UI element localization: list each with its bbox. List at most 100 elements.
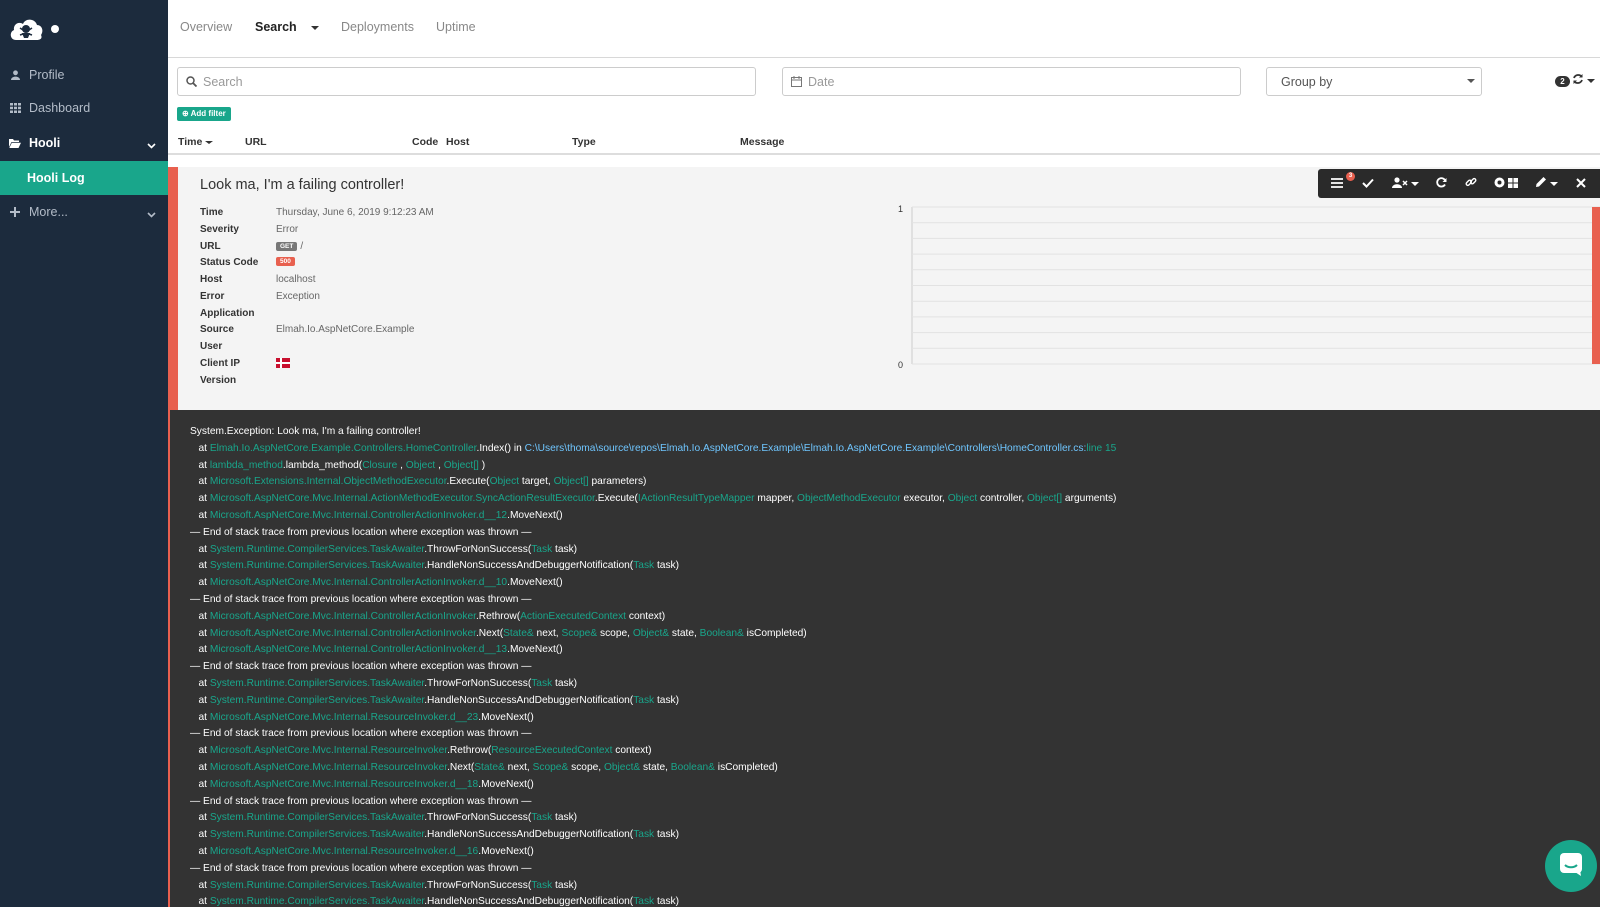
stack-text: target,	[519, 476, 554, 488]
permalink-button[interactable]	[1456, 169, 1486, 198]
stack-line: at lambda_method.lambda_method(Closure ,…	[190, 458, 1600, 475]
column-header-code[interactable]: Code	[412, 136, 438, 148]
stack-text: .Index() in	[476, 442, 525, 454]
chevron-down-icon	[147, 207, 156, 221]
field-value-error: Exception	[276, 291, 320, 302]
stack-text: at	[190, 627, 210, 639]
chart-grid	[911, 206, 1600, 365]
list-icon	[1331, 175, 1343, 193]
stack-text: — End of stack trace from previous locat…	[190, 728, 532, 740]
add-filter-label: Add filter	[190, 109, 226, 118]
edit-button[interactable]	[1526, 169, 1566, 198]
type-name: System.Runtime.CompilerServices.TaskAwai…	[209, 896, 425, 907]
stack-line: at Microsoft.AspNetCore.Mvc.Internal.Con…	[190, 626, 1600, 643]
sidebar-item-hooli[interactable]: Hooli	[0, 126, 168, 160]
reload-button[interactable]	[1426, 169, 1456, 198]
column-header-message[interactable]: Message	[740, 136, 784, 148]
stack-text: task)	[552, 543, 578, 555]
log-title: Look ma, I'm a failing controller!	[200, 177, 405, 193]
field-label-source: Source	[200, 324, 234, 335]
type-name: System.Runtime.CompilerServices.TaskAwai…	[209, 677, 425, 689]
field-label-host: Host	[200, 274, 223, 285]
chart-bar[interactable]	[1592, 207, 1600, 364]
sidebar-item-profile[interactable]: Profile	[0, 58, 168, 92]
type-name: Task	[633, 896, 655, 907]
browser-os-button[interactable]	[1486, 169, 1526, 198]
stack-text: at	[190, 644, 210, 656]
url-path[interactable]: /	[300, 241, 303, 252]
mark-fixed-button[interactable]	[1352, 169, 1384, 198]
column-header-url[interactable]: URL	[245, 136, 267, 148]
type-name: Microsoft.Extensions.Internal.ObjectMeth…	[209, 476, 447, 488]
caret-down-icon	[1410, 181, 1419, 186]
stack-text: mapper,	[754, 493, 798, 505]
tab-deployments[interactable]: Deployments	[341, 20, 414, 34]
stack-text: .HandleNonSuccessAndDebuggerNotification…	[424, 694, 634, 706]
stack-text: at	[190, 694, 210, 706]
field-value-url: GET /	[276, 241, 303, 252]
type-name: Task	[633, 560, 655, 572]
column-header-type[interactable]: Type	[572, 136, 596, 148]
type-name: System.Runtime.CompilerServices.TaskAwai…	[209, 879, 425, 891]
sidebar-item-label: Hooli Log	[27, 171, 85, 185]
chat-launcher-button[interactable]	[1545, 840, 1597, 892]
type-name: Task	[633, 829, 655, 841]
stack-line: at Microsoft.AspNetCore.Mvc.Internal.Con…	[190, 575, 1600, 592]
stack-text: .MoveNext()	[507, 509, 563, 521]
group-by-select[interactable]: Group by	[1266, 67, 1482, 96]
tab-search[interactable]: Search	[255, 20, 319, 34]
stack-text: .Rethrow(	[475, 610, 521, 622]
stack-text: .HandleNonSuccessAndDebuggerNotification…	[424, 560, 634, 572]
close-button[interactable]	[1566, 169, 1596, 198]
field-label-user: User	[200, 341, 223, 352]
stack-text: next,	[504, 761, 533, 773]
tab-uptime[interactable]: Uptime	[436, 20, 476, 34]
stack-text: ,	[397, 459, 406, 471]
stack-line: at Microsoft.AspNetCore.Mvc.Internal.Con…	[190, 609, 1600, 626]
sidebar-item-more[interactable]: More...	[0, 195, 168, 229]
messages-button[interactable]: 3	[1322, 169, 1355, 198]
pencil-icon	[1535, 175, 1547, 193]
chat-icon	[1558, 851, 1584, 882]
sidebar-item-hooli-log[interactable]: Hooli Log	[0, 161, 168, 195]
add-filter-button[interactable]: ⊕ Add filter	[177, 107, 231, 121]
stack-line: at Microsoft.Extensions.Internal.ObjectM…	[190, 474, 1600, 491]
stack-line: at System.Runtime.CompilerServices.TaskA…	[190, 810, 1600, 827]
type-name: Microsoft.AspNetCore.Mvc.Internal.Resour…	[209, 761, 448, 773]
field-value-status-code: 500	[276, 257, 295, 266]
stack-text: — End of stack trace from previous locat…	[190, 661, 532, 673]
refresh-button[interactable]	[1572, 74, 1598, 88]
field-label-error: Error	[200, 291, 225, 302]
stack-text: next,	[533, 627, 562, 639]
stack-line: — End of stack trace from previous locat…	[190, 525, 1600, 542]
stack-trace: System.Exception: Look ma, I'm a failing…	[168, 410, 1600, 907]
column-header-host[interactable]: Host	[446, 136, 469, 148]
search-input[interactable]: Search	[177, 67, 756, 96]
stack-text: task)	[552, 812, 578, 824]
stack-line: at Microsoft.AspNetCore.Mvc.Internal.Res…	[190, 844, 1600, 861]
type-name: Microsoft.AspNetCore.Mvc.Internal.Resour…	[209, 711, 479, 723]
user-icon	[9, 70, 21, 80]
type-name: Task	[531, 677, 553, 689]
type-name: Microsoft.AspNetCore.Mvc.Internal.Resour…	[209, 845, 479, 857]
field-value-host: localhost	[276, 274, 316, 285]
elmah-logo-icon[interactable]	[8, 14, 44, 44]
y-tick-label: 1	[898, 204, 903, 214]
stack-text: state,	[669, 627, 700, 639]
column-header-time[interactable]: Time	[178, 136, 214, 148]
stack-text: task)	[552, 677, 578, 689]
column-label: Time	[178, 136, 203, 148]
assign-user-button[interactable]	[1384, 169, 1426, 198]
type-name: System.Runtime.CompilerServices.TaskAwai…	[209, 812, 425, 824]
sort-desc-icon	[205, 140, 214, 144]
type-name: Microsoft.AspNetCore.Mvc.Internal.Contro…	[209, 610, 476, 622]
sidebar-item-dashboard[interactable]: Dashboard	[0, 91, 168, 125]
app: Profile Dashboard Hooli Hooli Log More..…	[0, 0, 1600, 907]
tab-overview[interactable]: Overview	[180, 20, 232, 34]
type-name: Closure	[362, 459, 398, 471]
date-input[interactable]: Date	[782, 67, 1241, 96]
group-by-label: Group by	[1281, 74, 1333, 89]
type-name: Task	[633, 694, 655, 706]
stack-text: .ThrowForNonSuccess(	[424, 812, 532, 824]
sidebar-item-label: More...	[29, 205, 68, 219]
